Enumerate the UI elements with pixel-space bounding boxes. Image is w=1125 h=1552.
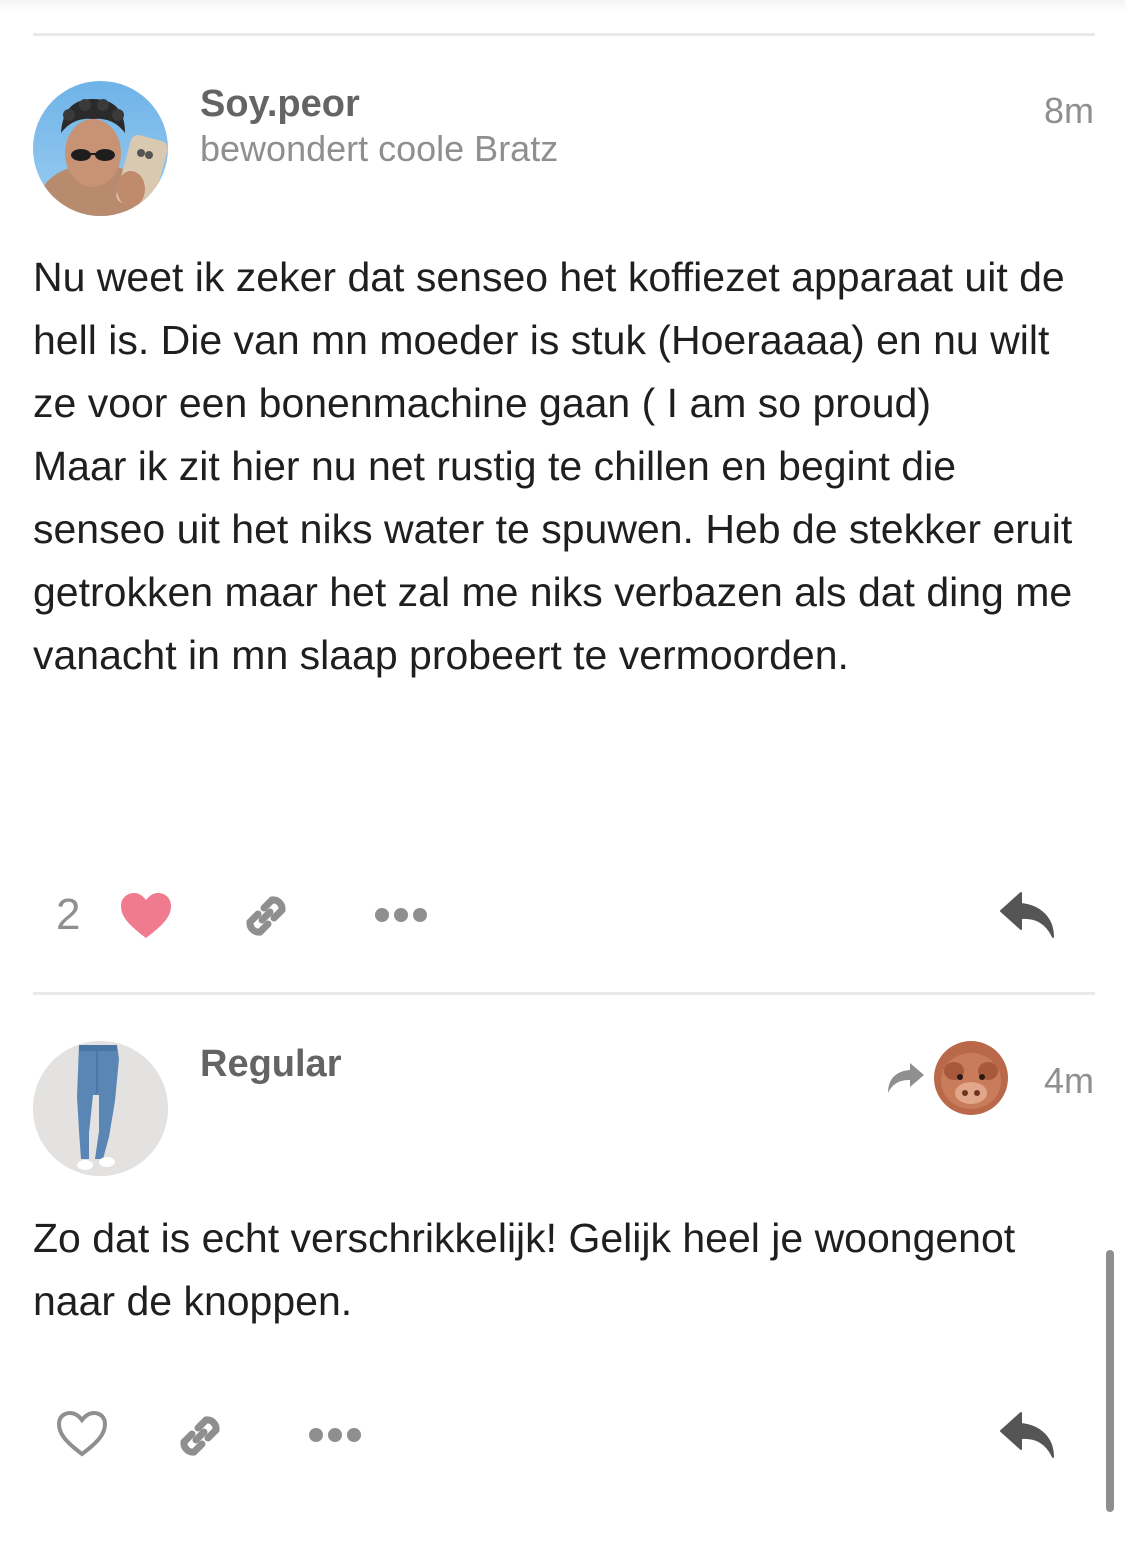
reply-to-avatar[interactable] bbox=[934, 1041, 1008, 1115]
link-icon bbox=[180, 1416, 220, 1456]
avatar[interactable] bbox=[33, 1041, 168, 1176]
user-avatar-cow bbox=[934, 1041, 1008, 1115]
link-icon bbox=[246, 896, 286, 936]
user-title: bewondert coole Bratz bbox=[200, 128, 559, 169]
more-icon bbox=[375, 908, 427, 922]
like-button[interactable] bbox=[52, 1406, 112, 1462]
post-time[interactable]: 4m bbox=[1044, 1060, 1094, 1102]
reply-icon bbox=[1000, 892, 1054, 938]
more-icon bbox=[309, 1428, 361, 1442]
like-count[interactable]: 2 bbox=[56, 890, 80, 940]
heart-icon bbox=[121, 893, 171, 938]
post-body: Zo dat is echt verschrikkelijk! Gelijk h… bbox=[33, 1207, 1095, 1333]
reply-button[interactable] bbox=[996, 1408, 1060, 1464]
post-time[interactable]: 8m bbox=[1044, 90, 1094, 132]
post-divider bbox=[33, 992, 1095, 995]
reply-icon bbox=[1000, 1412, 1054, 1458]
top-scroll-fade bbox=[0, 0, 1125, 12]
username[interactable]: Regular bbox=[200, 1042, 341, 1086]
scrollbar[interactable] bbox=[1106, 1250, 1114, 1512]
more-button[interactable] bbox=[304, 1418, 366, 1452]
reply-to-indicator[interactable] bbox=[886, 1041, 1008, 1115]
more-button[interactable] bbox=[370, 898, 432, 932]
post-body: Nu weet ik zeker dat senseo het koffieze… bbox=[33, 246, 1095, 687]
avatar[interactable] bbox=[33, 81, 168, 216]
reply-to-arrow-icon bbox=[888, 1063, 924, 1093]
user-avatar-jeans bbox=[33, 1041, 168, 1176]
post-divider bbox=[33, 33, 1095, 36]
user-avatar-selfie bbox=[33, 81, 168, 216]
post-paragraph: Maar ik zit hier nu net rustig te chille… bbox=[33, 443, 1073, 678]
post-actions bbox=[0, 1394, 1125, 1474]
post-paragraph: Zo dat is echt verschrikkelijk! Gelijk h… bbox=[33, 1215, 1016, 1324]
post-actions: 2 bbox=[0, 874, 1125, 954]
username[interactable]: Soy.peor bbox=[200, 82, 360, 126]
share-link-button[interactable] bbox=[170, 1406, 230, 1466]
reply-button[interactable] bbox=[996, 888, 1060, 944]
share-link-button[interactable] bbox=[236, 886, 296, 946]
like-button[interactable] bbox=[116, 888, 176, 944]
heart-icon bbox=[56, 1410, 108, 1457]
post-paragraph: Nu weet ik zeker dat senseo het koffieze… bbox=[33, 254, 1065, 426]
